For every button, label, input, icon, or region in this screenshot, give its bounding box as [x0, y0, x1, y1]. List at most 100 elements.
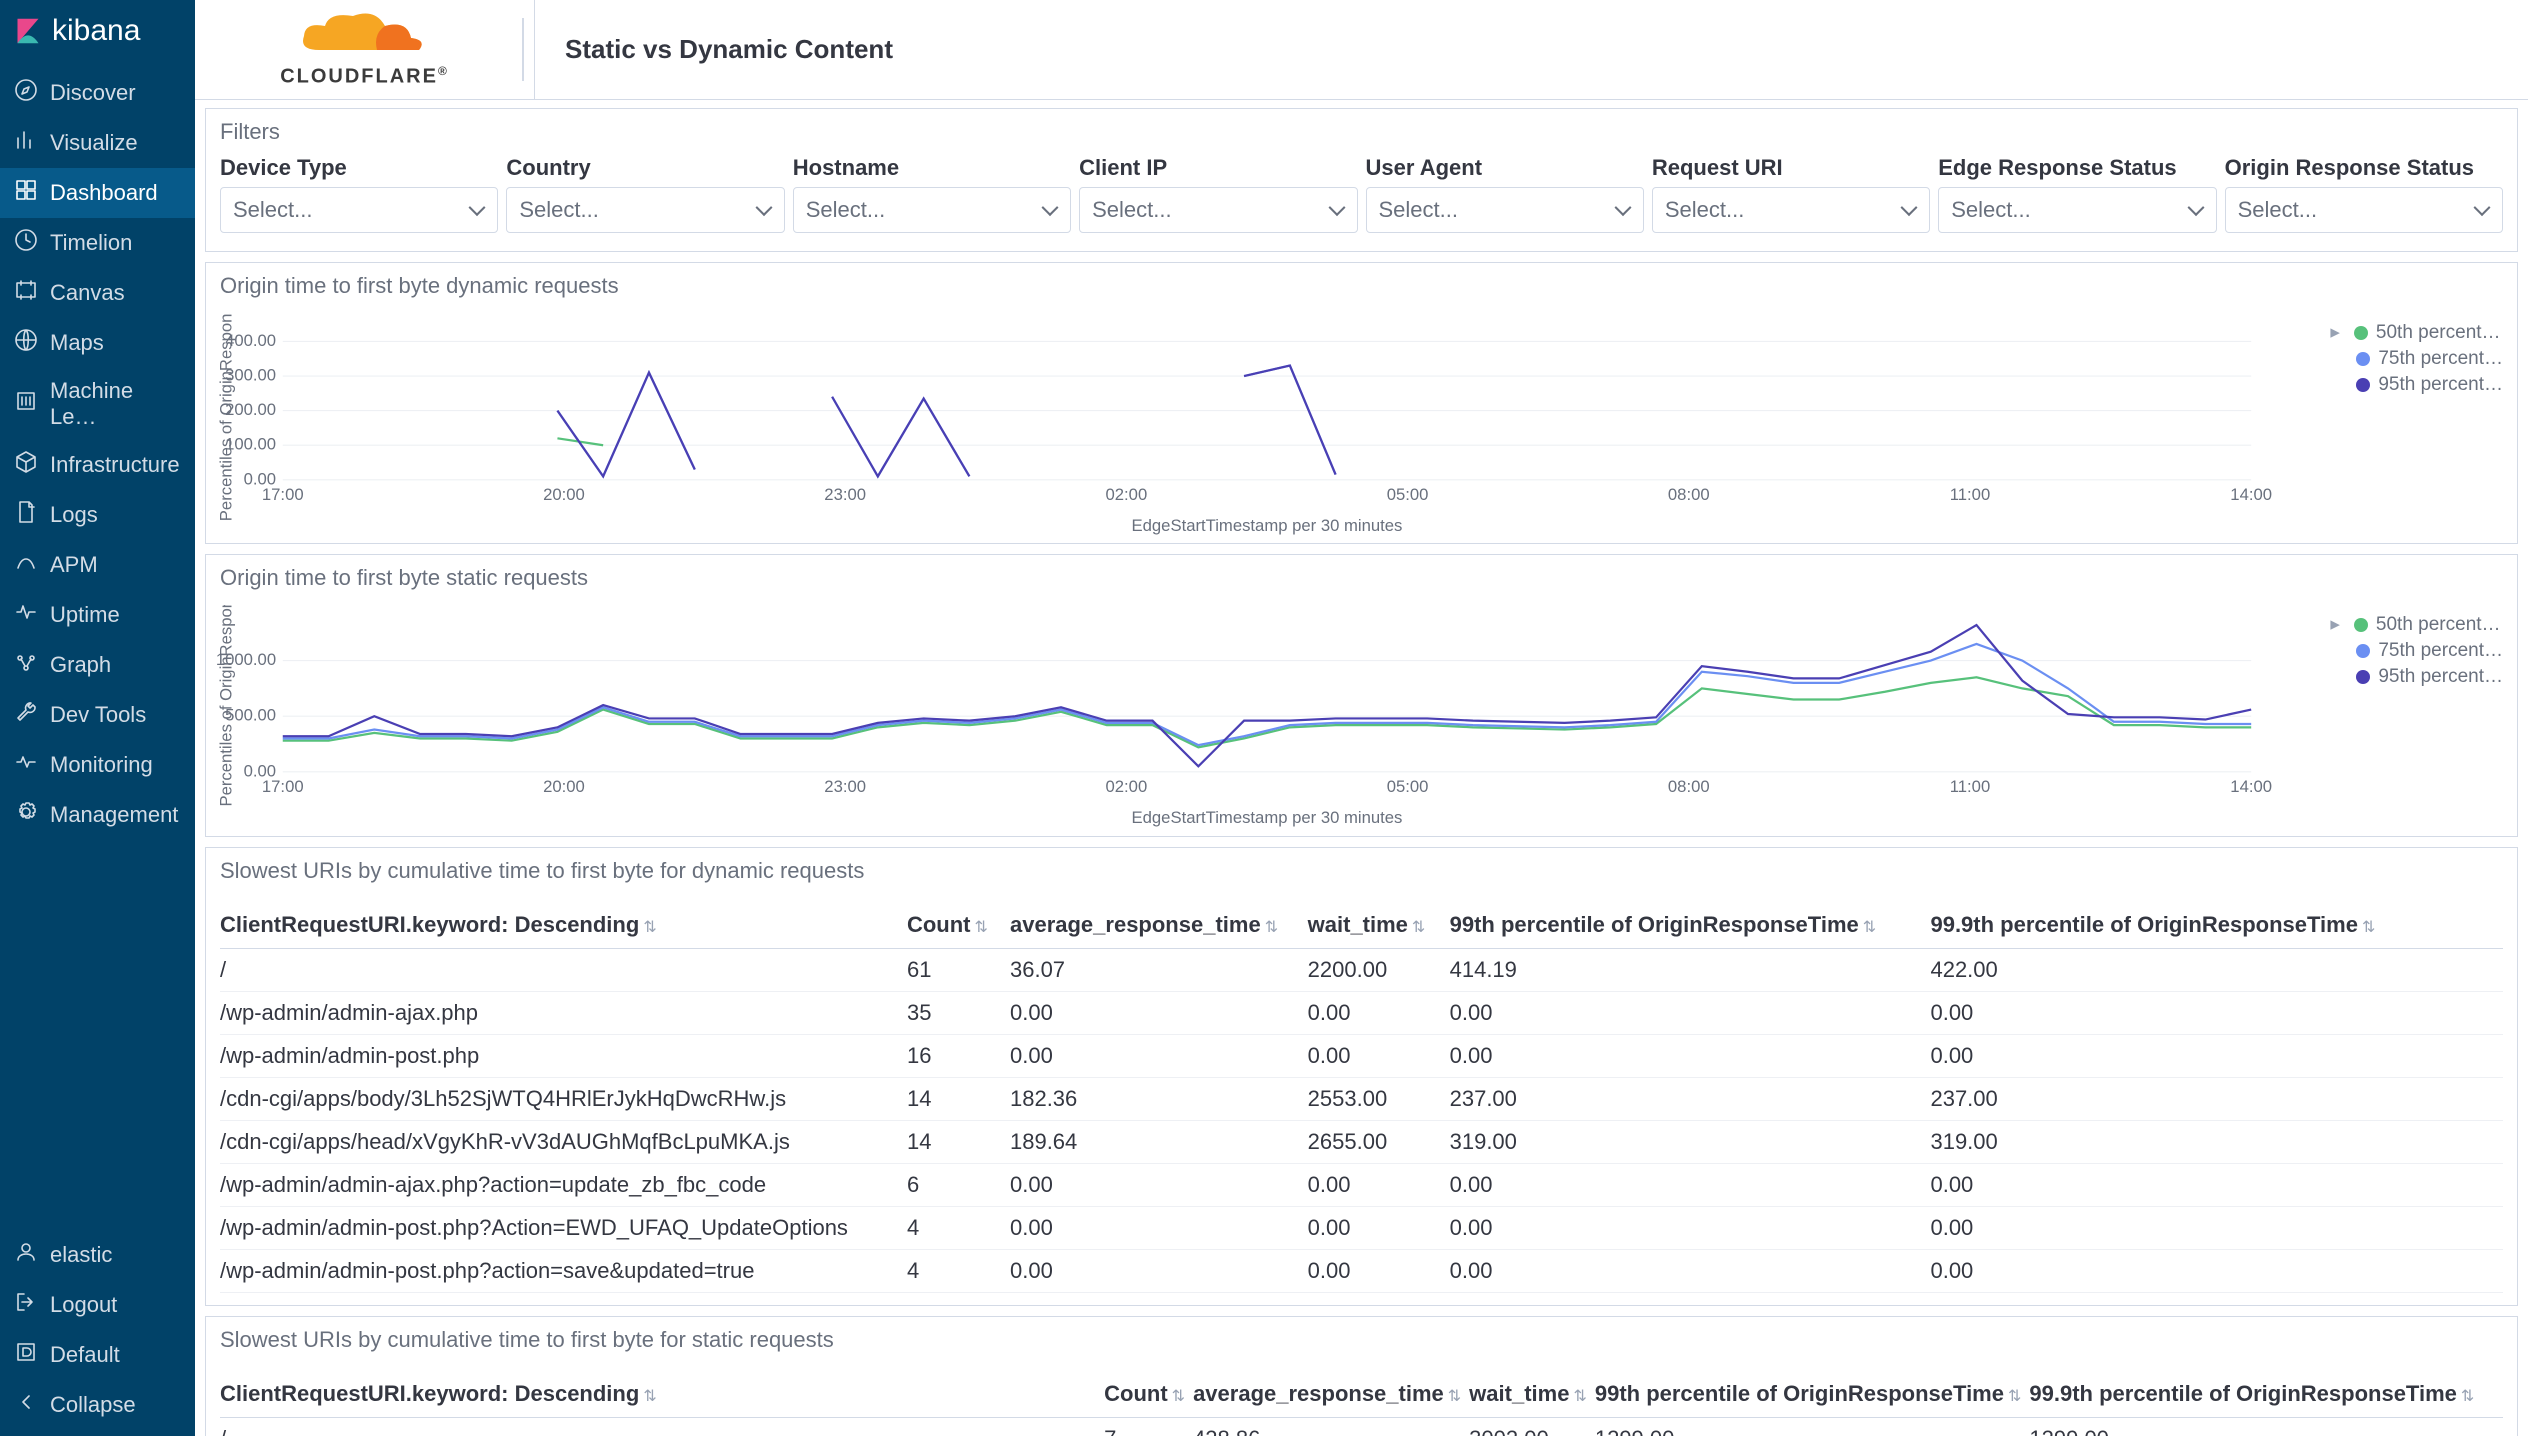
- table-cell: /cdn-cgi/apps/head/xVgyKhR-vV3dAUGhMqfBc…: [220, 1120, 907, 1163]
- filter-select-user-agent[interactable]: Select...: [1366, 187, 1644, 233]
- filter-select-edge-response-status[interactable]: Select...: [1938, 187, 2216, 233]
- table-cell: 0.00: [1010, 1034, 1308, 1077]
- filter-select-request-uri[interactable]: Select...: [1652, 187, 1930, 233]
- sidebar-item-uptime[interactable]: Uptime: [0, 590, 195, 640]
- filter-select-country[interactable]: Select...: [506, 187, 784, 233]
- footer-item-logout[interactable]: Logout: [0, 1280, 195, 1330]
- sidebar-item-logs[interactable]: Logs: [0, 490, 195, 540]
- sidebar-item-infrastructure[interactable]: Infrastructure: [0, 440, 195, 490]
- sidebar-item-dashboard[interactable]: Dashboard: [0, 168, 195, 218]
- table-cell: /: [220, 1417, 1104, 1436]
- sidebar-item-monitoring[interactable]: Monitoring: [0, 740, 195, 790]
- table-cell: /wp-admin/admin-ajax.php: [220, 991, 907, 1034]
- table-cell: 319.00: [1450, 1120, 1931, 1163]
- compass-icon: [14, 78, 38, 108]
- table-cell: 2200.00: [1308, 948, 1450, 991]
- sidebar-item-label: Logs: [50, 502, 98, 528]
- table-header[interactable]: Count⇅: [907, 902, 1010, 949]
- legend-dot: [2354, 618, 2368, 632]
- sidebar-item-graph[interactable]: Graph: [0, 640, 195, 690]
- footer-item-collapse[interactable]: Collapse: [0, 1380, 195, 1430]
- table-cell: 14: [907, 1120, 1010, 1163]
- chevron-right-icon[interactable]: ▸: [2330, 321, 2340, 344]
- sidebar-item-machine-le-[interactable]: Machine Le…: [0, 368, 195, 440]
- select-placeholder: Select...: [806, 197, 885, 223]
- footer-item-default[interactable]: Default: [0, 1330, 195, 1380]
- square-d-icon: [14, 1340, 38, 1370]
- filter-select-hostname[interactable]: Select...: [793, 187, 1071, 233]
- table-cell: 237.00: [1930, 1077, 2503, 1120]
- sidebar-item-label: Management: [50, 802, 178, 828]
- graph-icon: [14, 650, 38, 680]
- sidebar-item-dev-tools[interactable]: Dev Tools: [0, 690, 195, 740]
- table-cell: 0.00: [1010, 1163, 1308, 1206]
- table-cell: /wp-admin/admin-post.php?Action=EWD_UFAQ…: [220, 1206, 907, 1249]
- sort-icon: ⇅: [2461, 1388, 2474, 1405]
- legend-label: 75th percent…: [2378, 348, 2503, 370]
- svg-text:Percentiles of OriginResponseT: Percentiles of OriginResponseTi: [217, 313, 236, 521]
- table-header[interactable]: ClientRequestURI.keyword: Descending⇅: [220, 1371, 1104, 1418]
- table-cell: 1299.00: [2029, 1417, 2503, 1436]
- table-header[interactable]: 99th percentile of OriginResponseTime⇅: [1595, 1371, 2030, 1418]
- user-icon: [14, 1240, 38, 1270]
- table-cell: 0.00: [1010, 1206, 1308, 1249]
- footer-item-label: elastic: [50, 1242, 112, 1268]
- table-header[interactable]: ClientRequestURI.keyword: Descending⇅: [220, 902, 907, 949]
- filter-select-client-ip[interactable]: Select...: [1079, 187, 1357, 233]
- table-header[interactable]: wait_time⇅: [1469, 1371, 1595, 1418]
- table-cell: 0.00: [1010, 1249, 1308, 1292]
- sidebar-item-label: Timelion: [50, 230, 132, 256]
- heartbeat-icon: [14, 600, 38, 630]
- table-cell: /wp-admin/admin-post.php?action=save&upd…: [220, 1249, 907, 1292]
- frame-icon: [14, 278, 38, 308]
- filter-select-device-type[interactable]: Select...: [220, 187, 498, 233]
- svg-text:EdgeStartTimestamp per 30 minu: EdgeStartTimestamp per 30 minutes: [1132, 808, 1403, 827]
- table-header[interactable]: 99.9th percentile of OriginResponseTime⇅: [1930, 902, 2503, 949]
- table-cell: 1299.00: [1595, 1417, 2030, 1436]
- footer-item-elastic[interactable]: elastic: [0, 1230, 195, 1280]
- table-cell: 0.00: [1308, 1163, 1450, 1206]
- sort-icon: ⇅: [1265, 919, 1278, 936]
- chart-legend-dynamic: ▸50th percent…75th percent…95th percent…: [2330, 321, 2503, 400]
- table-cell: 0.00: [1308, 991, 1450, 1034]
- table-cell: /wp-admin/admin-ajax.php?action=update_z…: [220, 1163, 907, 1206]
- svg-text:17:00: 17:00: [262, 485, 304, 504]
- sidebar-item-management[interactable]: Management: [0, 790, 195, 840]
- table-header[interactable]: average_response_time⇅: [1010, 902, 1308, 949]
- table-cell: 0.00: [1308, 1206, 1450, 1249]
- table-header[interactable]: 99th percentile of OriginResponseTime⇅: [1450, 902, 1931, 949]
- table-row: /6136.072200.00414.19422.00: [220, 948, 2503, 991]
- sidebar-item-visualize[interactable]: Visualize: [0, 118, 195, 168]
- bar-chart-icon: [14, 128, 38, 158]
- sidebar-item-apm[interactable]: APM: [0, 540, 195, 590]
- clock-icon: [14, 228, 38, 258]
- sidebar-item-discover[interactable]: Discover: [0, 68, 195, 118]
- table-cell: 3002.00: [1469, 1417, 1595, 1436]
- table-cell: 0.00: [1010, 991, 1308, 1034]
- filter-select-origin-response-status[interactable]: Select...: [2225, 187, 2503, 233]
- select-placeholder: Select...: [1379, 197, 1458, 223]
- table-cell: 0.00: [1308, 1249, 1450, 1292]
- table-row: /wp-admin/admin-ajax.php?action=update_z…: [220, 1163, 2503, 1206]
- sidebar-item-canvas[interactable]: Canvas: [0, 268, 195, 318]
- table-cell: 182.36: [1010, 1077, 1308, 1120]
- table-cell: 2655.00: [1308, 1120, 1450, 1163]
- select-placeholder: Select...: [519, 197, 598, 223]
- sidebar-header: kibana: [0, 0, 195, 68]
- select-placeholder: Select...: [1092, 197, 1171, 223]
- table-row: /cdn-cgi/apps/body/3Lh52SjWTQ4HRlErJykHq…: [220, 1077, 2503, 1120]
- svg-text:05:00: 05:00: [1387, 777, 1429, 796]
- sort-icon: ⇅: [643, 919, 656, 936]
- table-header[interactable]: Count⇅: [1104, 1371, 1193, 1418]
- table-cell: 0.00: [1450, 1206, 1931, 1249]
- table-header[interactable]: wait_time⇅: [1308, 902, 1450, 949]
- chevron-right-icon[interactable]: ▸: [2330, 613, 2340, 636]
- select-placeholder: Select...: [233, 197, 312, 223]
- sidebar-item-label: Uptime: [50, 602, 120, 628]
- filter-label: Edge Response Status: [1938, 155, 2216, 181]
- table-header[interactable]: 99.9th percentile of OriginResponseTime⇅: [2029, 1371, 2503, 1418]
- table-header[interactable]: average_response_time⇅: [1193, 1371, 1469, 1418]
- footer-item-label: Default: [50, 1342, 120, 1368]
- sidebar-item-timelion[interactable]: Timelion: [0, 218, 195, 268]
- sidebar-item-maps[interactable]: Maps: [0, 318, 195, 368]
